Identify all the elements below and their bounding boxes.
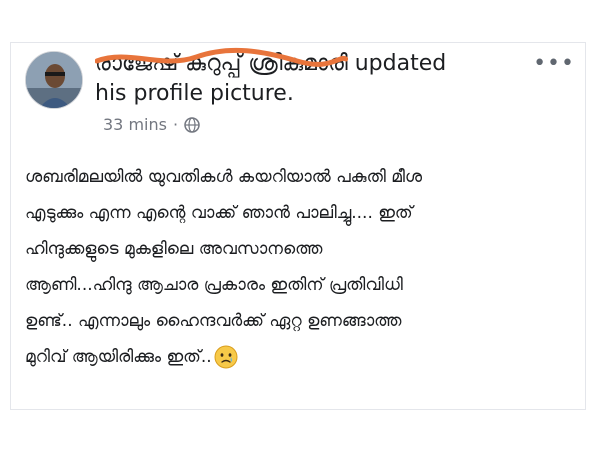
action-text-updated: updated <box>354 51 447 76</box>
post-line-1: ശബരിമലയിൽ യുവതികൾ കയറിയാൽ പകുതി മീശ <box>25 167 423 187</box>
more-options-button[interactable]: ••• <box>533 51 575 76</box>
crying-face-icon <box>214 345 238 369</box>
post-header: രാജേഷ് കുറുപ്പ് ശ്രീകുമാരി updated his p… <box>95 47 525 109</box>
post-timestamp[interactable]: 33 mins <box>103 115 167 134</box>
post-line-4: ആണി...ഹിന്ദു ആചാര പ്രകാരം ഇതിന് പ്രതിവിധ… <box>25 275 403 295</box>
author-avatar[interactable] <box>25 51 83 109</box>
post-body-text: ശബരിമലയിൽ യുവതികൾ കയറിയാൽ പകുതി മീശ എടുക… <box>25 159 571 375</box>
facebook-post-card: രാജേഷ് കുറുപ്പ് ശ്രീകുമാരി updated his p… <box>10 42 586 410</box>
post-line-3: ഹിന്ദുക്കളുടെ മുകളിലെ അവസാനത്തെ <box>25 239 323 259</box>
post-line-5: ഉണ്ട്.. എന്നാലും ഹൈന്ദവർക്ക് ഏറ്റ ഉണങ്ങാ… <box>25 311 402 331</box>
post-line-6: മുറിവ് ആയിരിക്കും ഇത്.. <box>25 347 212 367</box>
post-line-6-wrapper: മുറിവ് ആയിരിക്കും ഇത്.. <box>25 339 571 375</box>
post-line-2: എടുക്കും എന്ന എന്റെ വാക്ക് ഞാൻ പാലിച്ചു.… <box>25 203 413 223</box>
avatar-photo <box>26 52 82 108</box>
screenshot-page: രാജേഷ് കുറുപ്പ് ശ്രീകുമാരി updated his p… <box>0 0 600 450</box>
timestamp-separator: · <box>172 115 179 134</box>
action-text-profile-picture: his profile picture. <box>95 81 294 106</box>
globe-icon[interactable] <box>184 116 200 133</box>
author-name[interactable]: രാജേഷ് കുറുപ്പ് ശ്രീകുമാരി <box>95 47 348 79</box>
timestamp-row: 33 mins · <box>103 115 200 134</box>
author-name-text: രാജേഷ് കുറുപ്പ് ശ്രീകുമാരി <box>95 51 348 76</box>
